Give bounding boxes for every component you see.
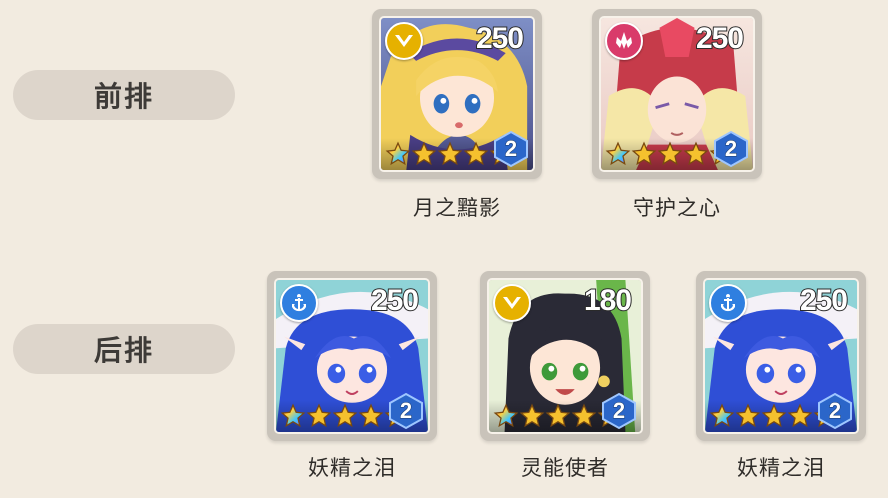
hero-power: 250	[799, 283, 849, 318]
hero-card-back-2[interactable]: 180 2	[480, 271, 650, 441]
anchor-badge-icon	[280, 284, 318, 322]
gold-star-icon	[787, 403, 813, 428]
gold-star-icon	[683, 141, 709, 166]
front-row-label: 前排	[13, 70, 235, 120]
back-row-label: 后排	[13, 324, 235, 374]
hero-name-back-2: 灵能使者	[521, 457, 609, 480]
rainbow-star-icon	[605, 141, 631, 166]
hero-card-frame: 250 2	[274, 278, 430, 434]
level-number: 2	[724, 136, 738, 162]
gold-star-icon	[358, 403, 384, 428]
gold-star-icon	[437, 141, 463, 166]
hero-card-back-3[interactable]: 250 2	[696, 271, 866, 441]
level-number: 2	[612, 398, 626, 424]
level-badge: 2	[387, 392, 425, 430]
level-badge: 2	[816, 392, 854, 430]
hero-name-back-3: 妖精之泪	[737, 457, 825, 480]
hero-power: 250	[695, 21, 745, 56]
hero-power: 250	[475, 21, 525, 56]
gold-star-icon	[631, 141, 657, 166]
level-number: 2	[828, 398, 842, 424]
gold-star-icon	[571, 403, 597, 428]
gold-star-icon	[735, 403, 761, 428]
rainbow-star-icon	[493, 403, 519, 428]
front-row-label-text: 前排	[93, 81, 154, 112]
hero-card-frame: 250 2	[703, 278, 859, 434]
gold-star-icon	[519, 403, 545, 428]
gold-star-icon	[463, 141, 489, 166]
hero-power: 180	[583, 283, 633, 318]
hero-card-frame: 250 2	[379, 16, 535, 172]
gold-star-icon	[411, 141, 437, 166]
rainbow-star-icon	[280, 403, 306, 428]
rainbow-star-icon	[709, 403, 735, 428]
level-badge: 2	[712, 130, 750, 168]
level-badge: 2	[492, 130, 530, 168]
hero-card-frame: 250 2	[599, 16, 755, 172]
anchor-badge-icon	[709, 284, 747, 322]
crystal-badge-icon	[605, 22, 643, 60]
chevron-badge-icon	[493, 284, 531, 322]
gold-star-icon	[545, 403, 571, 428]
back-row-label-text: 后排	[93, 335, 154, 366]
rainbow-star-icon	[385, 141, 411, 166]
hero-name-back-1: 妖精之泪	[308, 457, 396, 480]
hero-name-front-1: 月之黯影	[413, 197, 501, 220]
hero-card-front-2[interactable]: 250 2	[592, 9, 762, 179]
chevron-badge-icon	[385, 22, 423, 60]
hero-name-front-2: 守护之心	[633, 197, 721, 220]
level-badge: 2	[600, 392, 638, 430]
hero-card-back-1[interactable]: 250 2	[267, 271, 437, 441]
hero-card-front-1[interactable]: 250 2	[372, 9, 542, 179]
level-number: 2	[504, 136, 518, 162]
gold-star-icon	[657, 141, 683, 166]
hero-power: 250	[370, 283, 420, 318]
level-number: 2	[399, 398, 413, 424]
hero-card-frame: 180 2	[487, 278, 643, 434]
gold-star-icon	[306, 403, 332, 428]
gold-star-icon	[332, 403, 358, 428]
gold-star-icon	[761, 403, 787, 428]
